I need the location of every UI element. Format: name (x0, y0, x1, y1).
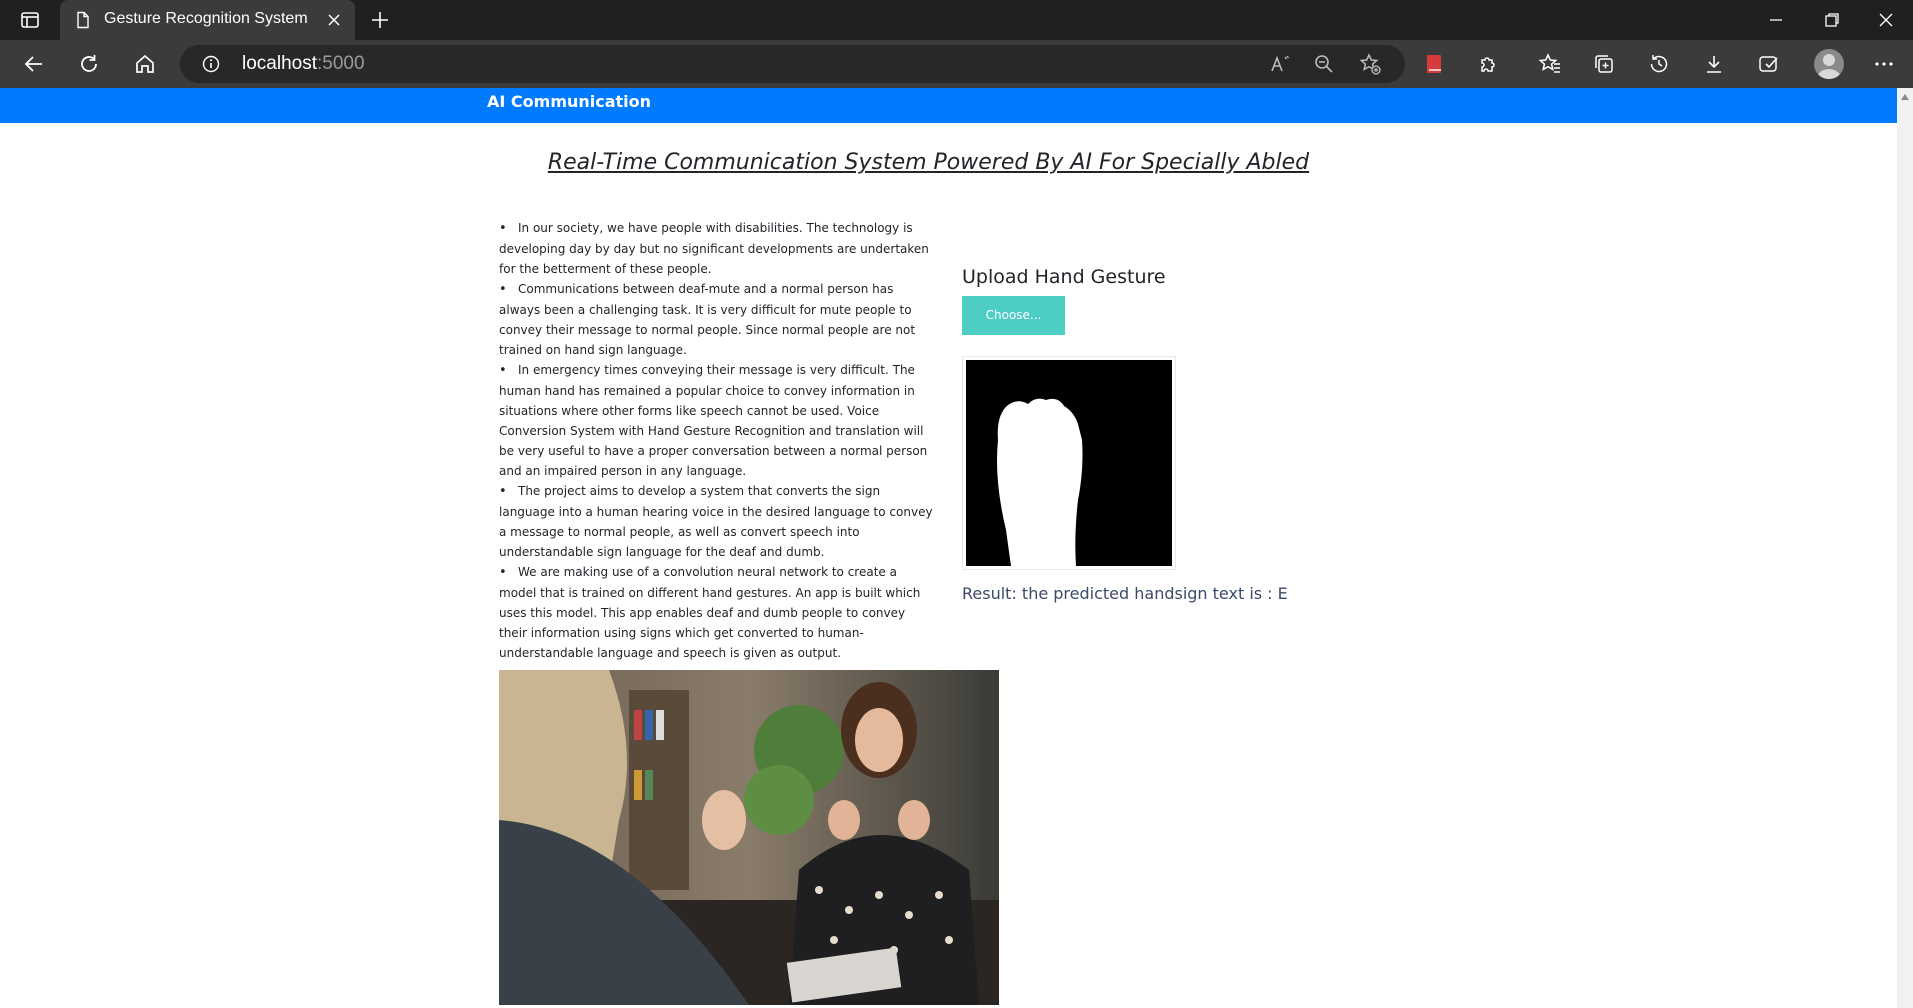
close-icon[interactable] (326, 12, 342, 28)
restore-icon[interactable] (1822, 10, 1842, 30)
tab-title: Gesture Recognition System (104, 10, 308, 27)
star-add-icon[interactable] (1358, 52, 1382, 76)
list-item: In emergency times conveying their messa… (499, 360, 935, 481)
page-content: AI Communication Real-Time Communication… (0, 88, 1897, 1008)
collections-icon[interactable] (1592, 52, 1616, 76)
address-bar[interactable]: localhost:5000 (180, 45, 1405, 83)
page-scrollbar[interactable] (1897, 88, 1913, 1008)
zoom-out-icon[interactable] (1312, 52, 1336, 76)
history-icon[interactable] (1647, 52, 1671, 76)
browser-titlebar: Gesture Recognition System (0, 0, 1913, 40)
list-item: The project aims to develop a system tha… (499, 481, 935, 562)
download-icon[interactable] (1702, 52, 1726, 76)
list-item: In our society, we have people with disa… (499, 218, 935, 279)
scroll-up-icon[interactable] (1901, 94, 1909, 100)
choose-file-button[interactable]: Choose... (962, 296, 1065, 335)
avatar-silhouette-icon (1817, 54, 1841, 79)
back-arrow-icon[interactable] (22, 52, 46, 76)
site-navbar: AI Communication (0, 88, 1897, 123)
list-item: We are making use of a convolution neura… (499, 562, 935, 663)
browser-tab[interactable]: Gesture Recognition System (60, 0, 355, 40)
plus-icon[interactable] (370, 10, 390, 30)
hand-mask-icon (997, 398, 1083, 566)
profile-icon[interactable] (1814, 49, 1844, 79)
minimize-icon[interactable] (1766, 10, 1786, 30)
window-close-icon[interactable] (1876, 10, 1896, 30)
more-icon[interactable] (1872, 52, 1896, 76)
navbar-brand[interactable]: AI Communication (487, 92, 651, 111)
home-icon[interactable] (133, 52, 157, 76)
url-host: localhost (242, 53, 317, 74)
page-icon (77, 11, 89, 29)
gesture-image (966, 360, 1172, 566)
list-item: Communications between deaf-mute and a n… (499, 279, 935, 360)
upload-title: Upload Hand Gesture (962, 266, 1166, 288)
gesture-preview (962, 356, 1176, 570)
read-aloud-icon[interactable] (1268, 52, 1292, 76)
favorites-icon[interactable] (1538, 52, 1562, 76)
puzzle-icon[interactable] (1477, 52, 1501, 76)
performance-icon[interactable] (1757, 52, 1781, 76)
prediction-result: Result: the predicted handsign text is :… (962, 584, 1288, 603)
refresh-icon[interactable] (77, 52, 101, 76)
sign-language-photo (499, 670, 999, 1005)
sidebar-toggle-icon[interactable] (20, 10, 40, 30)
info-list: In our society, we have people with disa… (499, 218, 935, 663)
red-book-icon[interactable] (1422, 52, 1446, 76)
info-icon[interactable] (202, 55, 220, 73)
url-text[interactable]: localhost:5000 (242, 53, 365, 75)
page-heading: Real-Time Communication System Powered B… (547, 150, 1310, 175)
photo-illustration (499, 670, 999, 1005)
browser-toolbar: localhost:5000 (0, 40, 1913, 88)
url-port: :5000 (317, 53, 365, 74)
